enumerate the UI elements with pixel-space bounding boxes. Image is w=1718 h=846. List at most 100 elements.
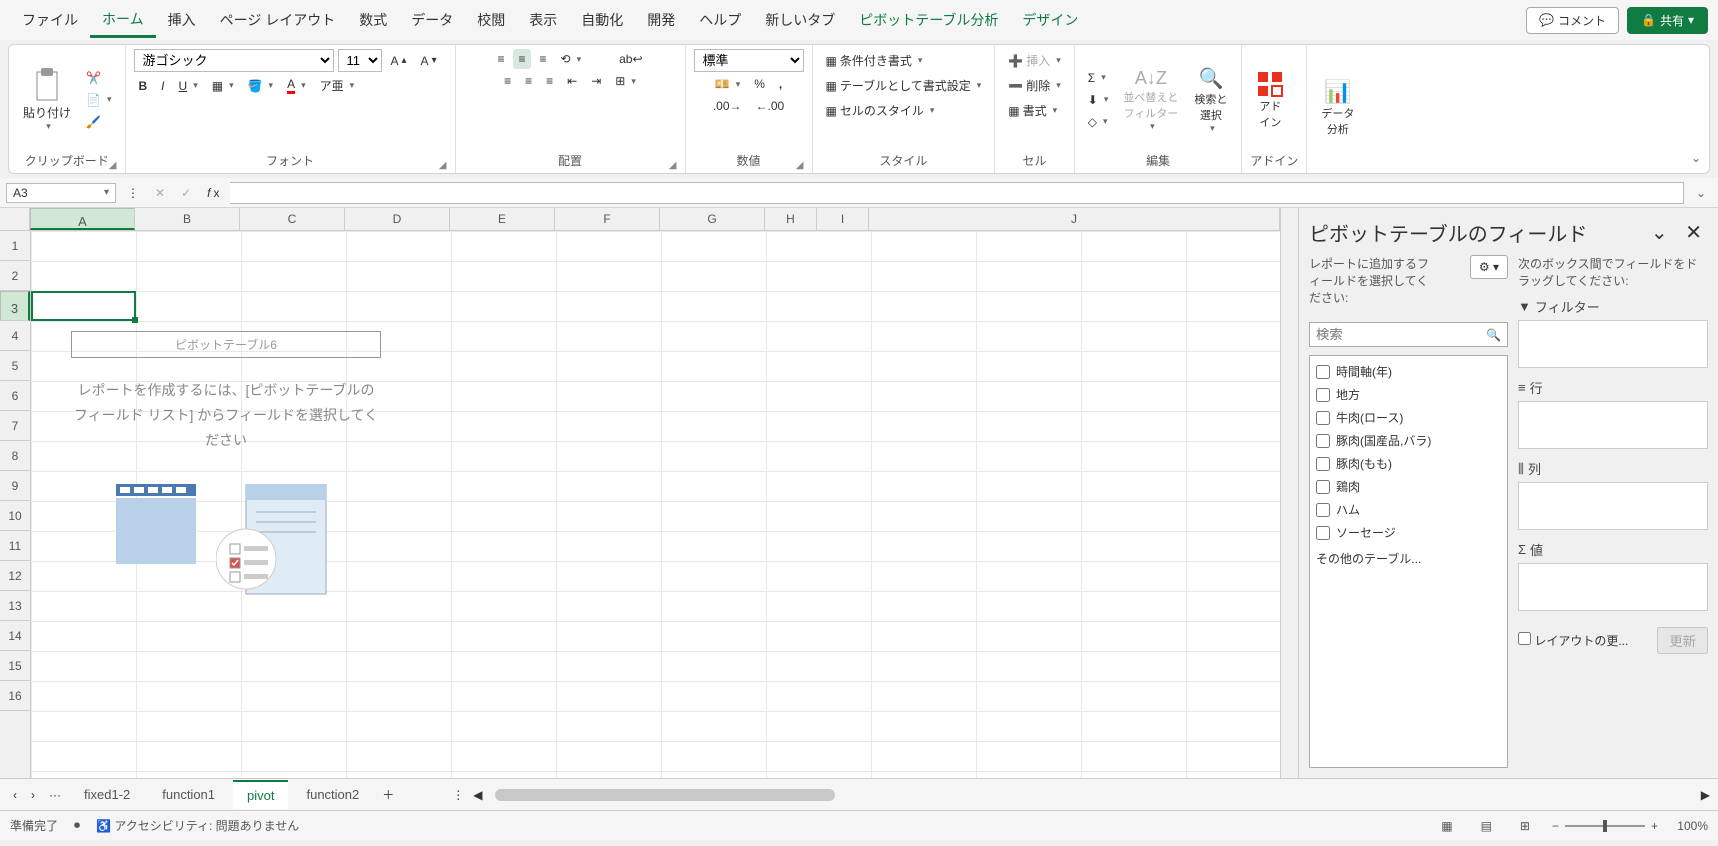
delete-cells-button[interactable]: ➖削除 — [1003, 74, 1066, 97]
pane-close-button[interactable]: ✕ — [1679, 222, 1708, 244]
tab-scroll-left[interactable]: ‹ — [8, 785, 22, 805]
fx-button[interactable]: fx — [202, 183, 224, 203]
enter-formula-button[interactable]: ✓ — [176, 183, 196, 203]
view-normal-button[interactable]: ▦ — [1435, 816, 1458, 836]
row-header-10[interactable]: 10 — [0, 501, 30, 531]
field-item-region[interactable]: 地方 — [1314, 383, 1503, 406]
tab-scroll-right[interactable]: › — [26, 785, 40, 805]
ribbon-collapse-button[interactable]: ⌄ — [1691, 151, 1701, 165]
data-analysis-button[interactable]: 📊 データ 分析 — [1315, 75, 1360, 141]
row-header-6[interactable]: 6 — [0, 381, 30, 411]
bold-button[interactable]: B — [134, 76, 153, 96]
hscroll-left[interactable]: ◀ — [473, 788, 482, 802]
menu-insert[interactable]: 挿入 — [156, 4, 208, 36]
row-header-14[interactable]: 14 — [0, 621, 30, 651]
col-header-G[interactable]: G — [660, 208, 765, 230]
zoom-out-button[interactable]: − — [1552, 819, 1559, 833]
rows-drop-zone[interactable] — [1518, 401, 1708, 449]
col-header-J[interactable]: J — [869, 208, 1280, 230]
active-cell-A3[interactable] — [31, 291, 136, 321]
horizontal-scrollbar[interactable] — [487, 789, 1697, 801]
row-header-1[interactable]: 1 — [0, 231, 30, 261]
menu-pivot-analyze[interactable]: ピボットテーブル分析 — [847, 4, 1010, 36]
orientation-button[interactable]: ⟲ — [556, 49, 587, 69]
borders-button[interactable]: ▦ — [207, 76, 239, 96]
defer-layout-checkbox[interactable]: レイアウトの更... — [1518, 632, 1628, 649]
zoom-in-button[interactable]: + — [1651, 819, 1658, 833]
align-bottom-button[interactable]: ≡ — [535, 49, 552, 69]
row-header-8[interactable]: 8 — [0, 441, 30, 471]
macro-record-icon[interactable]: ⏺ — [74, 818, 80, 833]
menu-design[interactable]: デザイン — [1010, 4, 1090, 36]
align-left-button[interactable]: ≡ — [499, 71, 516, 91]
select-all-corner[interactable] — [0, 208, 30, 230]
number-launcher[interactable]: ◢ — [796, 160, 804, 171]
accessibility-status[interactable]: ♿ アクセシビリティ: 問題ありません — [96, 817, 299, 834]
font-color-button[interactable]: A — [282, 74, 311, 97]
copy-button[interactable]: 📄 — [81, 90, 116, 110]
fill-button[interactable]: ⬇ — [1083, 90, 1114, 110]
comma-button[interactable]: , — [774, 74, 787, 94]
vertical-scrollbar[interactable] — [1280, 208, 1298, 778]
tab-list-button[interactable]: ··· — [44, 785, 66, 805]
cancel-formula-button[interactable]: ✕ — [150, 183, 170, 203]
name-box-menu[interactable]: ⋮ — [122, 183, 144, 203]
wrap-text-button[interactable]: ab↩ — [614, 49, 647, 69]
menu-data[interactable]: データ — [399, 4, 465, 36]
col-header-I[interactable]: I — [817, 208, 869, 230]
field-item-sausage[interactable]: ソーセージ — [1314, 521, 1503, 544]
phonetic-button[interactable]: ア亜 — [315, 74, 360, 97]
percent-button[interactable]: % — [749, 74, 770, 94]
col-header-B[interactable]: B — [135, 208, 240, 230]
sort-filter-button[interactable]: A↓Z 並べ替えと フィルター — [1117, 64, 1184, 136]
font-name-select[interactable]: 游ゴシック — [134, 49, 334, 72]
name-box[interactable]: A3 ▾ — [6, 183, 116, 203]
cell-styles-button[interactable]: ▦セルのスタイル — [821, 99, 940, 122]
view-page-layout-button[interactable]: ▤ — [1475, 816, 1498, 836]
other-tables-link[interactable]: その他のテーブル... — [1314, 544, 1503, 573]
row-header-4[interactable]: 4 — [0, 321, 30, 351]
columns-drop-zone[interactable] — [1518, 482, 1708, 530]
sheet-tab-function2[interactable]: function2 — [292, 781, 373, 808]
find-select-button[interactable]: 🔍 検索と 選択 — [1188, 62, 1233, 138]
align-center-button[interactable]: ≡ — [520, 71, 537, 91]
row-header-15[interactable]: 15 — [0, 651, 30, 681]
paste-button[interactable]: 貼り付け — [17, 64, 77, 136]
col-header-C[interactable]: C — [240, 208, 345, 230]
menu-developer[interactable]: 開発 — [635, 4, 687, 36]
row-header-7[interactable]: 7 — [0, 411, 30, 441]
clipboard-launcher[interactable]: ◢ — [109, 160, 117, 171]
pane-collapse-button[interactable]: ⌄ — [1645, 222, 1674, 244]
row-header-2[interactable]: 2 — [0, 261, 30, 291]
row-header-12[interactable]: 12 — [0, 561, 30, 591]
menu-home[interactable]: ホーム — [90, 3, 156, 38]
clear-button[interactable]: ◇ — [1083, 112, 1114, 132]
tab-divider-handle[interactable]: ⋮ — [447, 785, 469, 805]
menu-page-layout[interactable]: ページ レイアウト — [208, 4, 348, 36]
field-item-pork-bara[interactable]: 豚肉(国産品,バラ) — [1314, 429, 1503, 452]
values-drop-zone[interactable] — [1518, 563, 1708, 611]
col-header-E[interactable]: E — [450, 208, 555, 230]
row-header-16[interactable]: 16 — [0, 681, 30, 711]
align-middle-button[interactable]: ≡ — [513, 49, 530, 69]
row-header-13[interactable]: 13 — [0, 591, 30, 621]
conditional-formatting-button[interactable]: ▦条件付き書式 — [821, 49, 928, 72]
row-header-5[interactable]: 5 — [0, 351, 30, 381]
merge-button[interactable]: ⊞ — [610, 71, 641, 91]
field-search-input[interactable] — [1316, 327, 1486, 342]
col-header-F[interactable]: F — [555, 208, 660, 230]
row-header-9[interactable]: 9 — [0, 471, 30, 501]
comments-button[interactable]: 💬 コメント — [1526, 7, 1619, 34]
pane-settings-button[interactable]: ⚙ ▾ — [1470, 255, 1508, 279]
fill-color-button[interactable]: 🪣 — [243, 76, 278, 96]
align-top-button[interactable]: ≡ — [492, 49, 509, 69]
expand-formula-button[interactable]: ⌄ — [1690, 186, 1712, 200]
increase-font-button[interactable]: A▴ — [386, 51, 412, 71]
col-header-D[interactable]: D — [345, 208, 450, 230]
share-button[interactable]: 🔒 共有 ▾ — [1627, 7, 1708, 34]
number-format-select[interactable]: 標準 — [694, 49, 804, 72]
new-sheet-button[interactable]: ＋ — [377, 783, 399, 806]
field-item-timeline[interactable]: 時間軸(年) — [1314, 360, 1503, 383]
sheet-tab-fixed1-2[interactable]: fixed1-2 — [70, 781, 144, 808]
formula-input[interactable] — [230, 182, 1683, 204]
